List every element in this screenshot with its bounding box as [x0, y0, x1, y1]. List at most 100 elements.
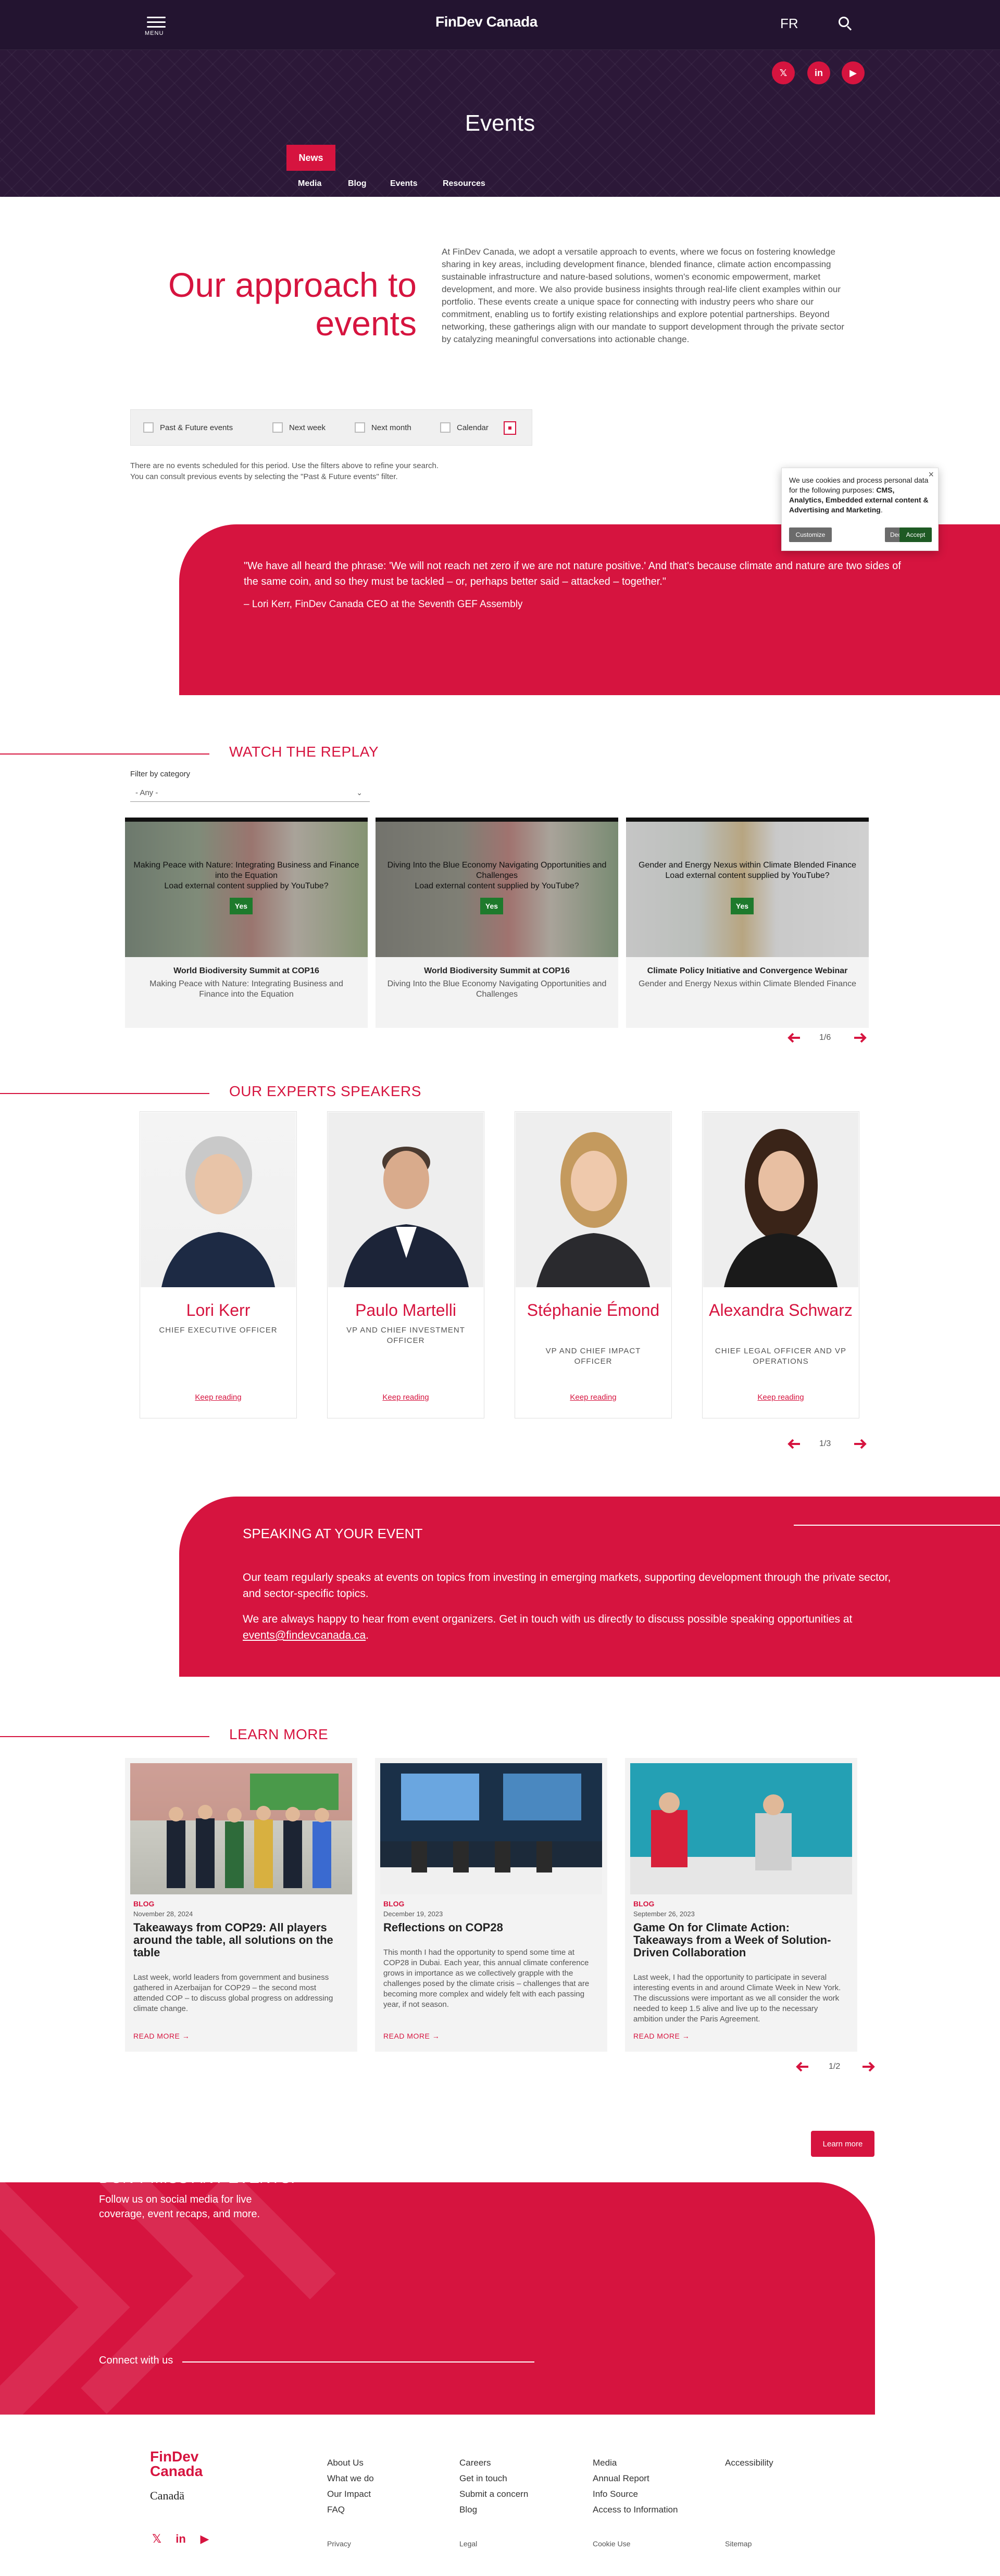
checkbox[interactable] [272, 422, 283, 433]
checkbox[interactable] [143, 422, 154, 433]
blog-card[interactable]: BLOG December 19, 2023 Reflections on CO… [375, 1758, 607, 2052]
subnav-events[interactable]: Events [390, 179, 417, 189]
blog-title[interactable]: Takeaways from COP29: All players around… [133, 1921, 347, 1959]
cookie-customize-button[interactable]: Customize [789, 527, 832, 542]
arrow-left-icon[interactable] [795, 2059, 810, 2075]
x-icon[interactable]: 𝕏 [149, 2532, 165, 2546]
arrow-left-icon[interactable] [786, 1030, 802, 1046]
x-icon[interactable]: 𝕏 [772, 61, 795, 84]
calendar-icon[interactable] [504, 421, 516, 435]
footer-link[interactable]: Info Source [593, 2489, 638, 2499]
footer-cookie-link[interactable]: Cookie Use [593, 2540, 630, 2548]
video-card[interactable]: Making Peace with Nature: Integrating Bu… [125, 818, 368, 1028]
search-icon[interactable] [839, 17, 853, 31]
expert-name: Paulo Martelli [355, 1301, 456, 1320]
read-more-link[interactable]: READ MORE → [383, 2032, 440, 2040]
arrow-left-icon[interactable] [786, 1436, 802, 1452]
filter-next-week[interactable]: Next week [272, 422, 326, 433]
email-link[interactable]: events@findevcanada.ca [243, 1629, 366, 1641]
keep-reading-link[interactable]: Keep reading [328, 1393, 484, 1402]
blog-card[interactable]: BLOG November 28, 2024 Takeaways from CO… [125, 1758, 357, 2052]
blog-card[interactable]: BLOG September 26, 2023 Game On for Clim… [625, 1758, 857, 2052]
expert-name: Alexandra Schwarz [709, 1301, 853, 1320]
canada-wordmark: Canadä [150, 2489, 184, 2502]
subnav-blog[interactable]: Blog [348, 179, 367, 189]
consent-question: Load external content supplied by YouTub… [415, 882, 579, 890]
event-filter-bar: Past & Future events Next week Next mont… [130, 409, 532, 446]
footer-legal-link[interactable]: Legal [459, 2540, 477, 2548]
video-thumbnail[interactable]: Diving Into the Blue Economy Navigating … [376, 818, 618, 957]
filter-past-future[interactable]: Past & Future events [143, 422, 233, 433]
consent-yes-button[interactable]: Yes [731, 898, 754, 914]
arrow-right-icon[interactable] [852, 1436, 868, 1452]
consent-yes-button[interactable]: Yes [480, 898, 503, 914]
speaking-heading: SPEAKING AT YOUR EVENT [243, 1526, 423, 1541]
linkedin-icon[interactable]: in [173, 2532, 189, 2546]
footer-privacy-link[interactable]: Privacy [327, 2540, 351, 2548]
blog-excerpt: Last week, I had the opportunity to part… [633, 1973, 841, 2024]
learn-more-button[interactable]: Learn more [811, 2131, 874, 2157]
checkbox[interactable] [355, 422, 365, 433]
footer-link[interactable]: FAQ [327, 2505, 345, 2515]
expert-card[interactable]: Lori Kerr CHIEF EXECUTIVE OFFICER Keep r… [140, 1111, 297, 1418]
blog-title[interactable]: Game On for Climate Action: Takeaways fr… [633, 1921, 847, 1959]
blog-title[interactable]: Reflections on COP28 [383, 1921, 597, 1934]
footer-logo[interactable]: FinDev Canada [150, 2449, 203, 2479]
tab-news[interactable]: News [286, 145, 335, 171]
footer-link[interactable]: Access to Information [593, 2505, 678, 2515]
close-icon[interactable]: × [928, 469, 934, 480]
footer-link[interactable]: Annual Report [593, 2473, 649, 2484]
footer-link[interactable]: Submit a concern [459, 2489, 528, 2499]
hamburger-icon-bar [147, 21, 166, 23]
page-title: Events [465, 110, 535, 136]
footer-link[interactable]: Our Impact [327, 2489, 371, 2499]
read-more-link[interactable]: READ MORE → [633, 2032, 690, 2040]
expert-card[interactable]: Alexandra Schwarz CHIEF LEGAL OFFICER AN… [702, 1111, 859, 1418]
replay-heading: WATCH THE REPLAY [229, 744, 379, 760]
menu-button[interactable]: MENU [144, 14, 171, 40]
expert-card[interactable]: Paulo Martelli VP AND CHIEF INVESTMENT O… [327, 1111, 484, 1418]
expert-card[interactable]: Stéphanie Émond VP AND CHIEF IMPACT OFFI… [515, 1111, 672, 1418]
video-thumbnail[interactable]: Making Peace with Nature: Integrating Bu… [125, 818, 368, 957]
cookie-accept-button[interactable]: Accept [899, 527, 932, 542]
video-overlay-title: Gender and Energy Nexus within Climate B… [638, 861, 856, 870]
keep-reading-link[interactable]: Keep reading [703, 1393, 859, 1402]
keep-reading-link[interactable]: Keep reading [515, 1393, 671, 1402]
youtube-icon[interactable]: ▶ [197, 2532, 213, 2546]
video-thumbnail[interactable]: Gender and Energy Nexus within Climate B… [626, 818, 869, 957]
consent-text: Gender and Energy Nexus within Climate B… [631, 860, 864, 881]
footer-link[interactable]: Media [593, 2458, 617, 2468]
footer-link[interactable]: Careers [459, 2458, 491, 2468]
consent-text: Making Peace with Nature: Integrating Bu… [130, 860, 362, 891]
arrow-right-icon[interactable] [860, 2059, 876, 2075]
keep-reading-link[interactable]: Keep reading [140, 1393, 296, 1402]
blog-tag: BLOG [633, 1900, 655, 1908]
consent-question: Load external content supplied by YouTub… [665, 871, 830, 880]
footer-link[interactable]: Get in touch [459, 2473, 507, 2484]
learn-pager: 1/2 [829, 2062, 841, 2071]
expert-photo [703, 1112, 858, 1287]
subnav-media[interactable]: Media [298, 179, 321, 189]
youtube-icon[interactable]: ▶ [842, 61, 865, 84]
footer-link[interactable]: Blog [459, 2505, 477, 2515]
arrow-right-icon[interactable] [852, 1030, 868, 1046]
filter-calendar[interactable]: Calendar [440, 422, 489, 433]
footer-link[interactable]: Accessibility [725, 2458, 773, 2468]
language-toggle[interactable]: FR [780, 16, 798, 32]
video-card[interactable]: Gender and Energy Nexus within Climate B… [626, 818, 869, 1028]
checkbox[interactable] [440, 422, 451, 433]
footer-link[interactable]: What we do [327, 2473, 374, 2484]
consent-yes-button[interactable]: Yes [230, 898, 253, 914]
subnav-resources[interactable]: Resources [443, 179, 485, 189]
video-card[interactable]: Diving Into the Blue Economy Navigating … [376, 818, 618, 1028]
read-more-link[interactable]: READ MORE → [133, 2032, 190, 2040]
video-event: World Biodiversity Summit at COP16 [424, 966, 570, 975]
footer-sitemap-link[interactable]: Sitemap [725, 2540, 752, 2548]
filter-next-month[interactable]: Next month [355, 422, 411, 433]
category-select[interactable]: - Any - ⌄ [130, 784, 370, 802]
blog-excerpt: Last week, world leaders from government… [133, 1973, 333, 2013]
site-logo[interactable]: FinDev Canada [435, 14, 538, 30]
dont-miss-subtext: Follow us on social media for live cover… [99, 2194, 260, 2220]
footer-link[interactable]: About Us [327, 2458, 364, 2468]
linkedin-icon[interactable]: in [807, 61, 830, 84]
